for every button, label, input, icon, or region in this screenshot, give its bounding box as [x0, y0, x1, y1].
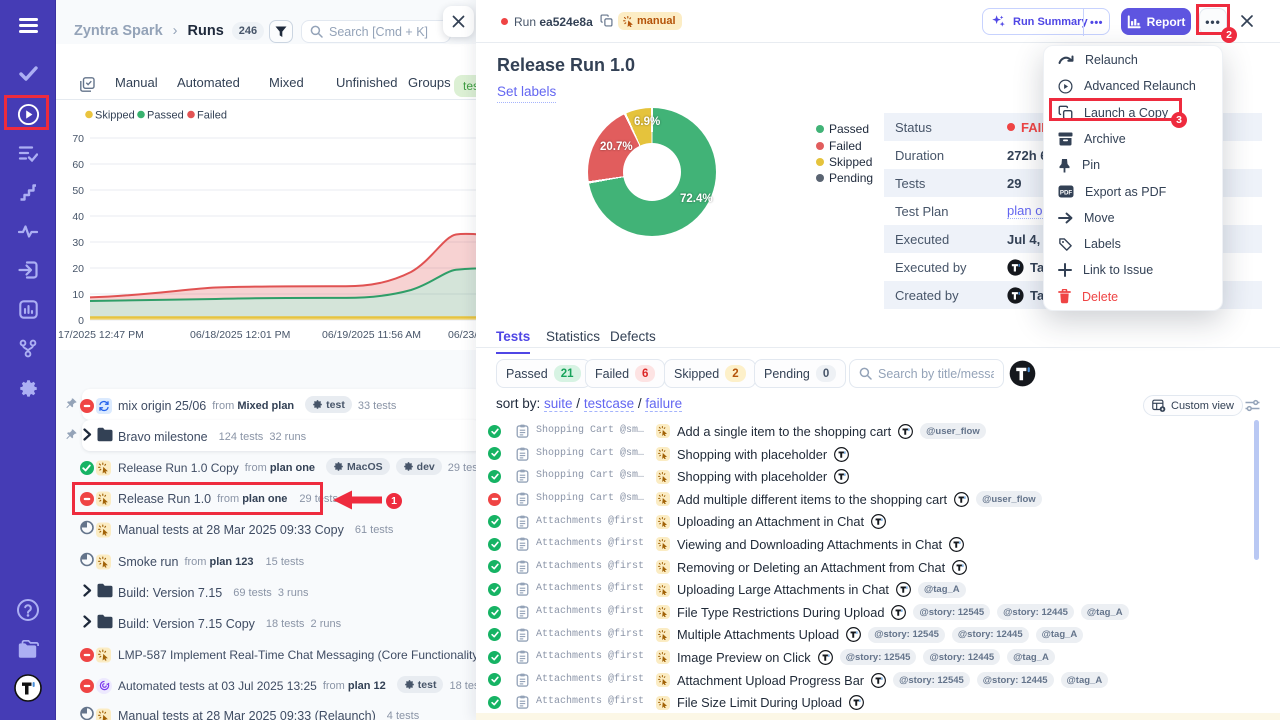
- svg-text:40: 40: [72, 211, 84, 223]
- svg-text:20: 20: [72, 263, 84, 275]
- svg-text:Failed: Failed: [197, 110, 227, 122]
- svg-text:PDF: PDF: [1060, 189, 1073, 196]
- svg-text:70: 70: [72, 133, 84, 145]
- svg-text:06/18/2025 12:01 PM: 06/18/2025 12:01 PM: [190, 329, 290, 341]
- svg-text:50: 50: [72, 185, 84, 197]
- svg-text:17/2025 12:47 PM: 17/2025 12:47 PM: [58, 329, 144, 341]
- svg-text:06/23/202: 06/23/202: [448, 329, 476, 341]
- svg-text:06/19/2025 11:56 AM: 06/19/2025 11:56 AM: [322, 329, 421, 341]
- svg-text:10: 10: [72, 289, 84, 301]
- svg-text:Passed: Passed: [147, 110, 184, 122]
- svg-text:0: 0: [78, 315, 84, 327]
- svg-text:30: 30: [72, 237, 84, 249]
- svg-text:60: 60: [72, 159, 84, 171]
- svg-text:Skipped: Skipped: [95, 110, 135, 122]
